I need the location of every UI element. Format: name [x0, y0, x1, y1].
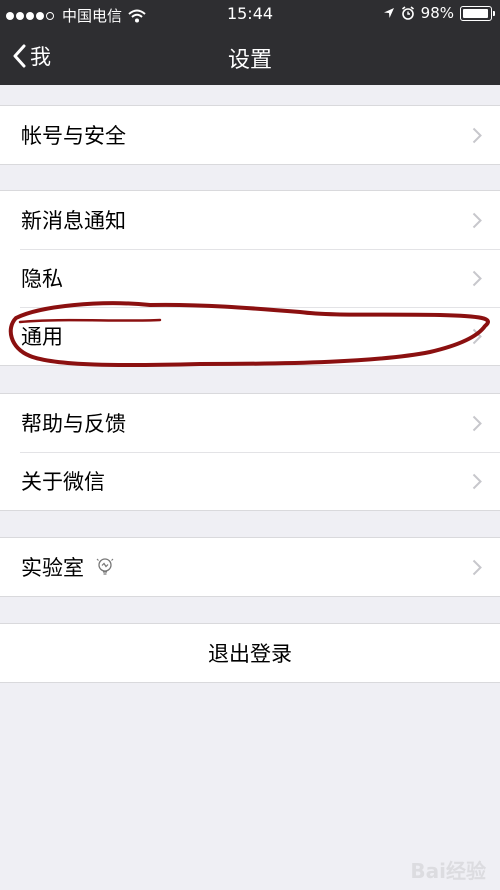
- battery-percent: 98%: [420, 4, 454, 22]
- settings-item-help-feedback[interactable]: 帮助与反馈: [0, 394, 500, 452]
- watermark-logo: Bai经验: [410, 859, 486, 883]
- navigation-bar: 我 设置: [0, 28, 500, 85]
- settings-group-account: 帐号与安全: [0, 105, 500, 165]
- settings-item-lab[interactable]: 实验室: [0, 538, 500, 596]
- settings-item-label: 隐私: [21, 267, 63, 291]
- logout-button[interactable]: 退出登录: [0, 624, 500, 682]
- chevron-right-icon: [472, 328, 482, 345]
- chevron-right-icon: [472, 127, 482, 144]
- location-arrow-icon: [383, 8, 394, 18]
- app-header: 中国电信 15:44 98% 我 设置: [0, 0, 500, 85]
- chevron-right-icon: [472, 270, 482, 287]
- settings-item-label: 实验室: [21, 556, 84, 580]
- page-title: 设置: [227, 48, 272, 73]
- settings-item-about[interactable]: 关于微信: [0, 452, 500, 510]
- chevron-right-icon: [472, 473, 482, 490]
- settings-group-notifications: 新消息通知 隐私 通用: [0, 190, 500, 366]
- logout-group: 退出登录: [0, 623, 500, 683]
- alarm-icon: [401, 6, 414, 20]
- settings-group-lab: 实验室: [0, 537, 500, 597]
- settings-item-notifications[interactable]: 新消息通知: [0, 191, 500, 249]
- lightbulb-icon: [96, 557, 114, 577]
- settings-item-label: 新消息通知: [21, 209, 126, 233]
- chevron-right-icon: [472, 415, 482, 432]
- settings-item-general[interactable]: 通用: [0, 307, 500, 365]
- chevron-right-icon: [472, 559, 482, 576]
- settings-item-label: 关于微信: [21, 470, 105, 494]
- settings-item-privacy[interactable]: 隐私: [0, 249, 500, 307]
- settings-item-label: 帐号与安全: [21, 124, 126, 148]
- status-bar: 中国电信 15:44 98%: [0, 0, 500, 28]
- settings-item-label: 帮助与反馈: [21, 412, 126, 436]
- settings-item-account-security[interactable]: 帐号与安全: [0, 106, 500, 164]
- battery-icon: [460, 5, 495, 21]
- settings-group-help: 帮助与反馈 关于微信: [0, 393, 500, 511]
- settings-item-label: 通用: [21, 325, 63, 349]
- battery-fill: [463, 8, 489, 18]
- logout-label: 退出登录: [208, 642, 292, 666]
- chevron-right-icon: [472, 212, 482, 229]
